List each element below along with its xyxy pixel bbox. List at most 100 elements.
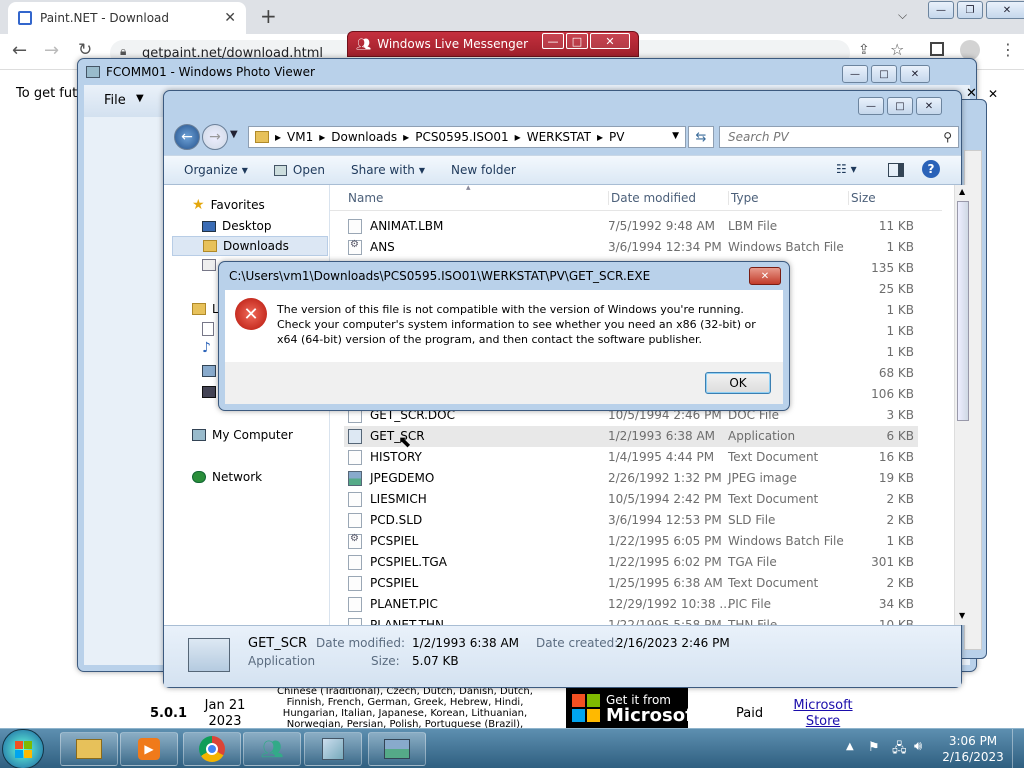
messenger-close-button[interactable]: ✕	[590, 33, 630, 49]
browser-menu-icon[interactable]: ⋮	[1000, 40, 1016, 59]
taskbar-explorer-button[interactable]	[60, 732, 118, 766]
refresh-icon[interactable]: ⇆	[688, 126, 714, 148]
breadcrumb-item[interactable]: VM1	[287, 130, 313, 144]
start-button[interactable]	[2, 729, 44, 768]
file-row[interactable]: JPEGDEMO 2/26/1992 1:32 PM JPEG image 19 KB	[344, 468, 918, 489]
profile-avatar[interactable]	[960, 40, 980, 60]
scroll-up-icon[interactable]: ▲	[959, 187, 965, 196]
column-type[interactable]: Type	[728, 191, 759, 205]
taskbar-photo-viewer-button[interactable]	[368, 732, 426, 766]
pictures-library-icon[interactable]	[202, 365, 216, 377]
back-arrow-icon[interactable]: ←	[12, 40, 27, 61]
reload-icon[interactable]: ↻	[78, 40, 92, 60]
microsoft-store-badge[interactable]: Get it from Microsoft	[566, 688, 702, 728]
preview-pane-icon[interactable]	[888, 163, 904, 177]
column-date-modified[interactable]: Date modified	[608, 191, 696, 205]
file-type: JPEG image	[728, 471, 797, 485]
nav-libraries[interactable]: L	[192, 299, 219, 319]
share-icon[interactable]: ⇪	[858, 42, 870, 58]
file-row[interactable]: PCSPIEL.TGA 1/22/1995 6:02 PM TGA File 301 …	[344, 552, 918, 573]
photo-viewer-right-edge-close[interactable]: ✕	[988, 87, 1008, 105]
action-center-flag-icon[interactable]: ⚑	[868, 740, 880, 755]
file-row[interactable]: GET_SCR 1/2/1993 6:38 AM Application 6 KB	[344, 426, 918, 447]
explorer-maximize-button[interactable]: □	[887, 97, 913, 115]
scroll-down-icon[interactable]: ▼	[959, 611, 965, 620]
tab-search-chevron-icon[interactable]: ⌵	[898, 8, 907, 23]
file-menu[interactable]: File	[104, 93, 126, 108]
dialog-message: The version of this file is not compatib…	[277, 303, 756, 346]
file-row[interactable]: PCSPIEL 1/25/1995 6:38 AM Text Document 2 K…	[344, 573, 918, 594]
ok-button[interactable]: OK	[705, 372, 771, 394]
breadcrumb-item[interactable]: Downloads	[331, 130, 397, 144]
background-window-close-icon[interactable]: ✕	[966, 86, 977, 101]
show-hidden-icons-icon[interactable]: ▲	[846, 741, 854, 752]
share-with-button[interactable]: Share with ▼	[351, 163, 425, 177]
breadcrumb[interactable]: ▸ VM1 ▸ Downloads ▸ PCS0595.ISO01 ▸ WERK…	[248, 126, 686, 148]
browser-close-button[interactable]: ✕	[986, 1, 1024, 19]
browser-minimize-button[interactable]: —	[928, 1, 954, 19]
scroll-thumb[interactable]	[957, 201, 969, 421]
nav-network[interactable]: Network	[192, 467, 262, 487]
breadcrumb-item[interactable]: PCS0595.ISO01	[415, 130, 508, 144]
view-options-icon[interactable]: ☷ ▾	[836, 162, 857, 176]
new-tab-button[interactable]: +	[260, 4, 277, 28]
messenger-maximize-button[interactable]: □	[566, 33, 588, 49]
close-tab-icon[interactable]: ✕	[224, 10, 236, 26]
recent-pages-chevron-icon[interactable]: ▼	[230, 129, 238, 140]
error-dialog[interactable]: C:\Users\vm1\Downloads\PCS0595.ISO01\WER…	[218, 261, 790, 411]
network-tray-icon[interactable]: 🖧︎	[892, 739, 907, 761]
forward-arrow-icon[interactable]: →	[202, 124, 228, 150]
back-arrow-icon[interactable]: ←	[174, 124, 200, 150]
file-date: 10/5/1994 2:42 PM	[608, 492, 722, 506]
messenger-minimize-button[interactable]: —	[542, 33, 564, 49]
organize-button[interactable]: Organize ▼	[184, 163, 248, 177]
file-row[interactable]: PLANET.PIC 12/29/1992 10:38 ... PIC File 34…	[344, 594, 918, 615]
nav-downloads[interactable]: Downloads	[172, 236, 328, 256]
store-link[interactable]: Microsoft Store	[790, 698, 856, 730]
photo-viewer-maximize-button[interactable]: □	[871, 65, 897, 83]
nav-favorites[interactable]: ★ Favorites	[192, 195, 265, 215]
recent-places-icon[interactable]	[202, 259, 216, 271]
browser-restore-button[interactable]: ❐	[957, 1, 983, 19]
new-folder-button[interactable]: New folder	[451, 163, 516, 177]
videos-library-icon[interactable]	[202, 386, 216, 398]
help-icon[interactable]: ?	[922, 160, 940, 178]
file-row[interactable]: HISTORY 1/4/1995 4:44 PM Text Document 16 K…	[344, 447, 918, 468]
breadcrumb-item[interactable]: PV	[609, 130, 624, 144]
open-button[interactable]: Open	[273, 163, 325, 177]
messenger-window[interactable]: 👥︎ Windows Live Messenger — □ ✕	[347, 31, 639, 57]
address-dropdown-icon[interactable]: ▼	[672, 131, 679, 141]
explorer-close-button[interactable]: ✕	[916, 97, 942, 115]
explorer-minimize-button[interactable]: —	[858, 97, 884, 115]
file-row[interactable]: PCD.SLD 3/6/1994 12:53 PM SLD File 2 KB	[344, 510, 918, 531]
music-library-icon[interactable]: ♪	[202, 340, 211, 356]
documents-library-icon[interactable]	[202, 322, 214, 336]
volume-icon[interactable]: 🔊︎	[914, 739, 922, 754]
file-row[interactable]: ANIMAT.LBM 7/5/1992 9:48 AM LBM File 11 KB	[344, 216, 918, 237]
photo-viewer-close-button[interactable]: ✕	[900, 65, 930, 83]
taskbar-messenger-button[interactable]: 👥︎	[243, 732, 301, 766]
nav-desktop[interactable]: Desktop	[202, 216, 272, 236]
store-link-line[interactable]: Microsoft	[790, 698, 856, 714]
search-input[interactable]: Search PV ⚲	[719, 126, 959, 148]
file-row[interactable]: PLANET.THN 1/22/1995 5:58 PM THN File 10 KB	[344, 615, 918, 625]
show-desktop-button[interactable]	[1012, 729, 1024, 768]
file-row[interactable]: PCSPIEL 1/22/1995 6:05 PM Windows Batch Fi…	[344, 531, 918, 552]
nav-my-computer[interactable]: My Computer	[192, 425, 293, 445]
photo-viewer-minimize-button[interactable]: —	[842, 65, 868, 83]
dialog-close-button[interactable]: ✕	[749, 267, 781, 285]
clock[interactable]: 3:06 PM 2/16/2023	[938, 733, 1008, 765]
file-list-scrollbar[interactable]: ▲ ▼	[954, 185, 971, 625]
browser-tab[interactable]: Paint.NET - Download ✕	[8, 2, 246, 34]
bookmark-star-icon[interactable]: ☆	[890, 40, 904, 59]
taskbar-media-player-button[interactable]: ▶	[120, 732, 178, 766]
column-size[interactable]: Size	[848, 191, 876, 205]
taskbar-chrome-button[interactable]	[183, 732, 241, 766]
forward-arrow-icon[interactable]: →	[44, 40, 59, 61]
side-panel-icon[interactable]	[930, 42, 944, 56]
file-row[interactable]: ANS 3/6/1994 12:34 PM Windows Batch File 1 …	[344, 237, 918, 258]
breadcrumb-item[interactable]: WERKSTAT	[527, 130, 591, 144]
taskbar-app-button[interactable]	[304, 732, 362, 766]
column-name[interactable]: Name	[348, 191, 383, 205]
file-row[interactable]: LIESMICH 10/5/1994 2:42 PM Text Document 2 …	[344, 489, 918, 510]
